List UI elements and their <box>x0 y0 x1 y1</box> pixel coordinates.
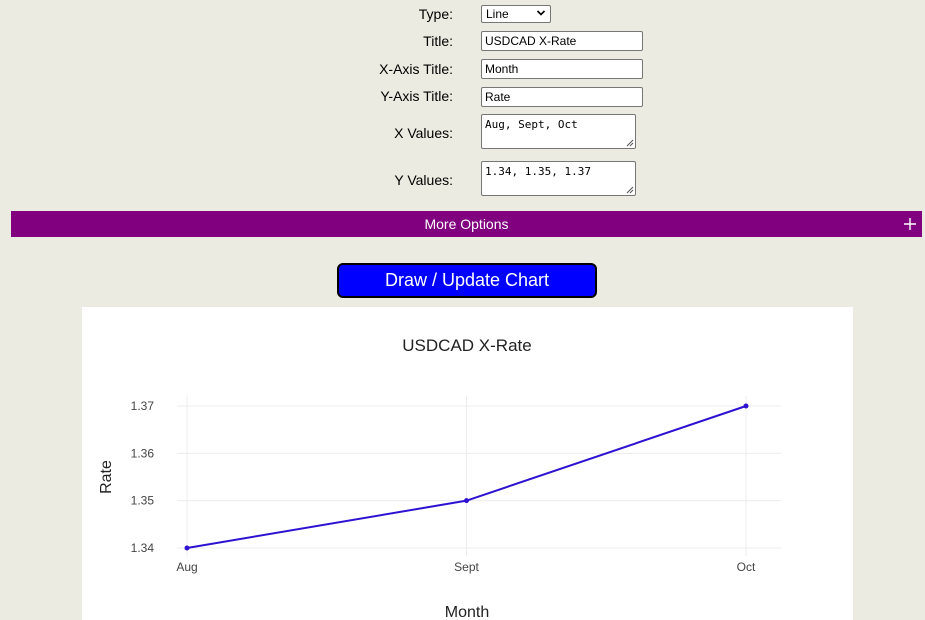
y-values-textarea[interactable]: 1.34, 1.35, 1.37 <box>481 161 636 196</box>
x-axis-title-input[interactable]: Month <box>481 59 643 79</box>
type-select-value: Line <box>486 7 509 21</box>
x-tick-label: Sept <box>454 560 479 574</box>
title-label: Title: <box>423 33 453 49</box>
type-label: Type: <box>418 6 453 22</box>
y-values-text: 1.34, 1.35, 1.37 <box>485 165 591 178</box>
y-axis-title: Rate <box>98 460 115 494</box>
y-tick-label: 1.36 <box>131 446 155 460</box>
resize-grip-icon[interactable] <box>625 185 634 194</box>
x-axis-title-label: X-Axis Title: <box>379 61 453 77</box>
x-values-text: Aug, Sept, Oct <box>485 118 578 131</box>
line-chart: 1.34 1.35 1.36 1.37 Aug Sept Oct USDCAD X-Rate M… <box>98 336 781 620</box>
chart-panel: 1.34 1.35 1.36 1.37 Aug Sept Oct USDCAD X-Rate M… <box>82 307 853 620</box>
y-axis-title-label: Y-Axis Title: <box>380 88 453 104</box>
resize-grip-icon[interactable] <box>625 138 634 147</box>
chart-title: USDCAD X-Rate <box>402 336 531 355</box>
type-select[interactable]: Line <box>481 5 551 23</box>
draw-update-chart-button[interactable]: Draw / Update Chart <box>337 263 597 298</box>
data-point <box>464 498 469 504</box>
x-tick-label: Aug <box>176 560 197 574</box>
y-tick-label: 1.34 <box>131 541 155 555</box>
y-axis-title-input[interactable]: Rate <box>481 87 643 107</box>
more-options-label: More Options <box>424 216 509 232</box>
x-values-label: X Values: <box>394 125 453 141</box>
x-values-textarea[interactable]: Aug, Sept, Oct <box>481 114 636 149</box>
data-point <box>184 545 190 551</box>
plus-icon[interactable] <box>904 218 916 230</box>
y-values-label: Y Values: <box>394 172 453 188</box>
more-options-bar[interactable]: More Options <box>11 211 922 237</box>
x-tick-label: Oct <box>737 560 756 574</box>
title-input[interactable]: USDCAD X-Rate <box>481 31 643 51</box>
y-tick-label: 1.35 <box>131 494 155 508</box>
x-axis-title: Month <box>445 604 489 620</box>
data-point <box>743 403 749 409</box>
chevron-down-icon <box>536 10 546 16</box>
y-tick-label: 1.37 <box>131 399 155 413</box>
